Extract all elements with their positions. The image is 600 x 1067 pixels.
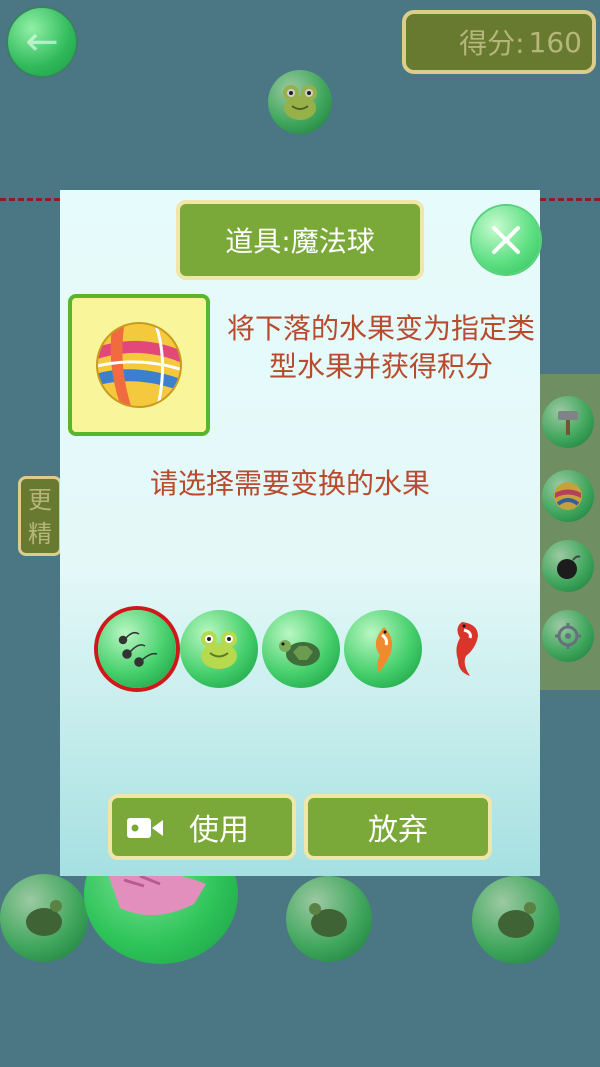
left-tab-line1: 更	[28, 486, 52, 514]
magic-ball-icon	[554, 482, 582, 510]
score-label: 得分:	[459, 27, 525, 60]
magic-ball-dialog	[60, 190, 540, 876]
item-description: 将下落的水果变为指定类型水果并获得积分	[226, 312, 535, 383]
turtle-icon	[498, 902, 536, 938]
video-camera-icon	[127, 818, 163, 838]
choice-tadpole[interactable]	[98, 610, 176, 688]
choice-koi[interactable]	[344, 610, 422, 688]
turtle-icon	[309, 903, 347, 937]
left-tab-line2: 精	[28, 520, 52, 548]
tadpole-icon	[118, 631, 158, 667]
choice-red-koi[interactable]	[430, 610, 508, 688]
score-display: 得分: 160	[402, 10, 596, 74]
choice-frog[interactable]	[180, 610, 258, 688]
magic-ball-tool-button[interactable]	[542, 470, 594, 522]
giveup-button-label: 放弃	[368, 813, 428, 848]
item-image-box	[68, 294, 210, 436]
left-side-tab[interactable]: 更 精	[18, 476, 62, 556]
close-button[interactable]	[472, 206, 540, 274]
use-button[interactable]: 使用	[108, 794, 296, 860]
selection-instruction: 请选择需要变换的水果	[149, 467, 430, 500]
settings-tool-button[interactable]	[542, 610, 594, 662]
frog-icon	[283, 85, 317, 120]
turtle-bubble	[0, 874, 88, 962]
turtle-bubble	[472, 876, 560, 964]
score-value: 160	[528, 25, 582, 59]
koi-fish-icon	[375, 627, 393, 673]
back-button[interactable]: ←	[8, 8, 76, 76]
turtle-icon	[279, 640, 320, 666]
red-koi-icon	[456, 622, 478, 676]
arrow-left-icon: ←	[25, 19, 59, 65]
close-icon	[492, 226, 520, 254]
falling-frog-bubble	[268, 70, 332, 134]
giveup-button[interactable]: 放弃	[304, 794, 492, 860]
frog-icon	[201, 631, 237, 669]
choice-turtle[interactable]	[262, 610, 340, 688]
turtle-bubble	[286, 876, 372, 962]
dialog-title: 道具:魔法球	[176, 200, 424, 280]
turtle-icon	[26, 900, 62, 936]
volleyball-icon	[96, 322, 182, 408]
use-button-label: 使用	[189, 813, 249, 848]
hammer-icon	[558, 411, 578, 435]
hammer-tool-button[interactable]	[542, 396, 594, 448]
bomb-tool-button[interactable]	[542, 540, 594, 592]
bomb-icon	[557, 555, 581, 579]
gear-icon	[555, 623, 581, 649]
